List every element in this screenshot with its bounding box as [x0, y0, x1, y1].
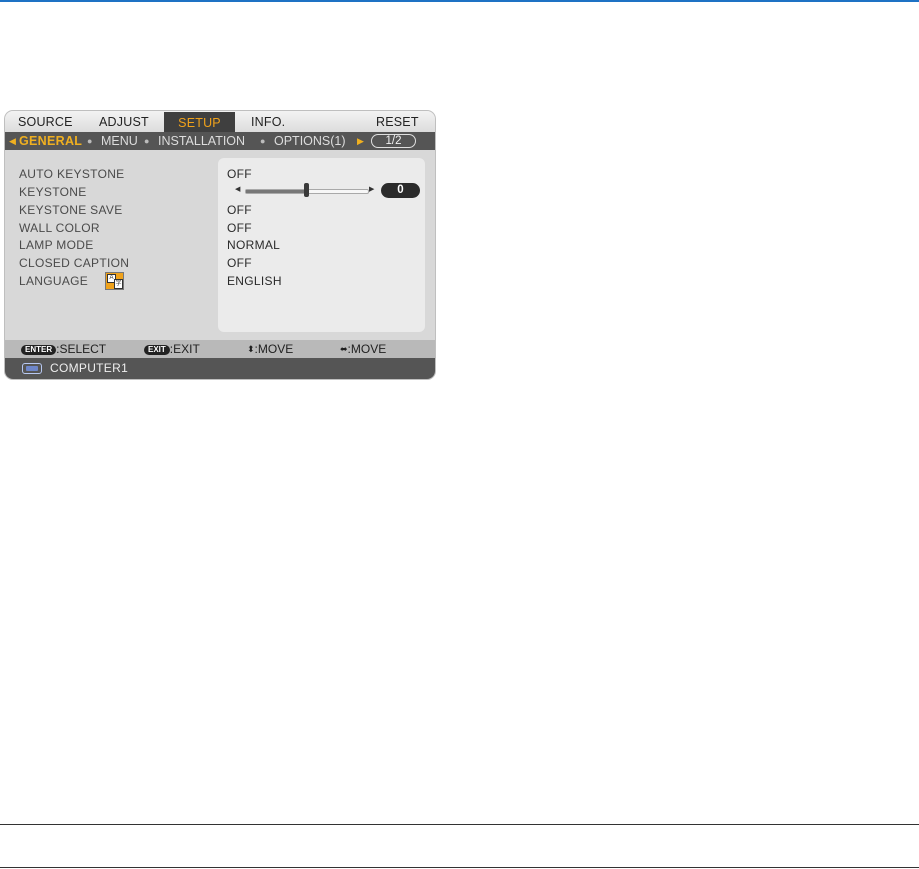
tab-reset[interactable]: RESET	[376, 111, 422, 132]
setting-value-keystone-save[interactable]: OFF	[227, 203, 252, 217]
help-bar: ENTER:SELECT EXIT:EXIT ⬍:MOVE ⬌:MOVE	[5, 340, 435, 358]
setting-label-keystone: KEYSTONE	[19, 185, 87, 199]
input-source-label: COMPUTER1	[50, 361, 129, 375]
setting-label-wall-color: WALL COLOR	[19, 221, 100, 235]
keystone-slider-knob[interactable]	[304, 183, 309, 197]
setting-value-wall-color[interactable]: OFF	[227, 221, 252, 235]
keystone-slider-fill	[246, 190, 307, 193]
setting-label-lamp-mode: LAMP MODE	[19, 238, 94, 252]
help-select: ENTER:SELECT	[21, 340, 106, 358]
sub-tab-bar: ◀ GENERAL ● MENU ● INSTALLATION ● OPTION…	[5, 132, 435, 150]
computer-input-icon	[22, 363, 42, 374]
subtab-menu[interactable]: MENU	[101, 132, 138, 150]
setting-label-auto-keystone: AUTO KEYSTONE	[19, 167, 125, 181]
subtab-general[interactable]: GENERAL	[19, 132, 82, 150]
separator-dot-icon: ●	[260, 136, 266, 146]
tab-source[interactable]: SOURCE	[18, 111, 73, 132]
exit-key-icon: EXIT	[144, 345, 170, 355]
left-right-arrows-icon: ⬌	[340, 344, 348, 354]
separator-dot-icon: ●	[144, 136, 150, 146]
setting-value-auto-keystone[interactable]: OFF	[227, 167, 252, 181]
language-icon: A 字	[105, 272, 124, 290]
footer-rule	[0, 824, 919, 825]
help-exit: EXIT:EXIT	[144, 340, 200, 358]
setting-value-closed-caption[interactable]: OFF	[227, 256, 252, 270]
tab-info[interactable]: INFO.	[251, 111, 291, 132]
left-arrow-icon[interactable]: ◀	[9, 132, 16, 150]
right-arrow-icon[interactable]: ▶	[357, 132, 364, 150]
footer-rule	[0, 867, 919, 868]
setting-value-language[interactable]: ENGLISH	[227, 274, 282, 288]
status-bar: COMPUTER1	[5, 358, 435, 379]
setting-label-keystone-save: KEYSTONE SAVE	[19, 203, 123, 217]
help-move-vertical: ⬍:MOVE	[247, 342, 294, 356]
up-down-arrows-icon: ⬍	[247, 344, 255, 354]
slider-decrease-icon[interactable]: ◀	[235, 185, 240, 193]
keystone-value-badge: 0	[381, 183, 420, 198]
page-indicator: 1/2	[371, 134, 416, 148]
tab-adjust[interactable]: ADJUST	[99, 111, 157, 132]
enter-key-icon: ENTER	[21, 345, 57, 355]
subtab-options[interactable]: OPTIONS(1)	[274, 132, 346, 150]
setting-label-closed-caption: CLOSED CAPTION	[19, 256, 130, 270]
help-move-horizontal: ⬌:MOVE	[340, 342, 387, 356]
subtab-installation[interactable]: INSTALLATION	[158, 132, 245, 150]
separator-dot-icon: ●	[87, 136, 93, 146]
top-rule	[0, 0, 919, 2]
tab-setup[interactable]: SETUP	[164, 112, 235, 133]
top-tab-bar: SOURCE ADJUST SETUP INFO. RESET	[5, 111, 435, 133]
slider-increase-icon[interactable]: ▶	[369, 185, 374, 193]
setting-value-lamp-mode[interactable]: NORMAL	[227, 238, 280, 252]
settings-panel: AUTO KEYSTONE OFF KEYSTONE KEYSTONE SAVE…	[5, 150, 435, 340]
setting-label-language: LANGUAGE	[19, 274, 89, 288]
onscreen-menu: SOURCE ADJUST SETUP INFO. RESET ◀ GENERA…	[5, 111, 435, 379]
